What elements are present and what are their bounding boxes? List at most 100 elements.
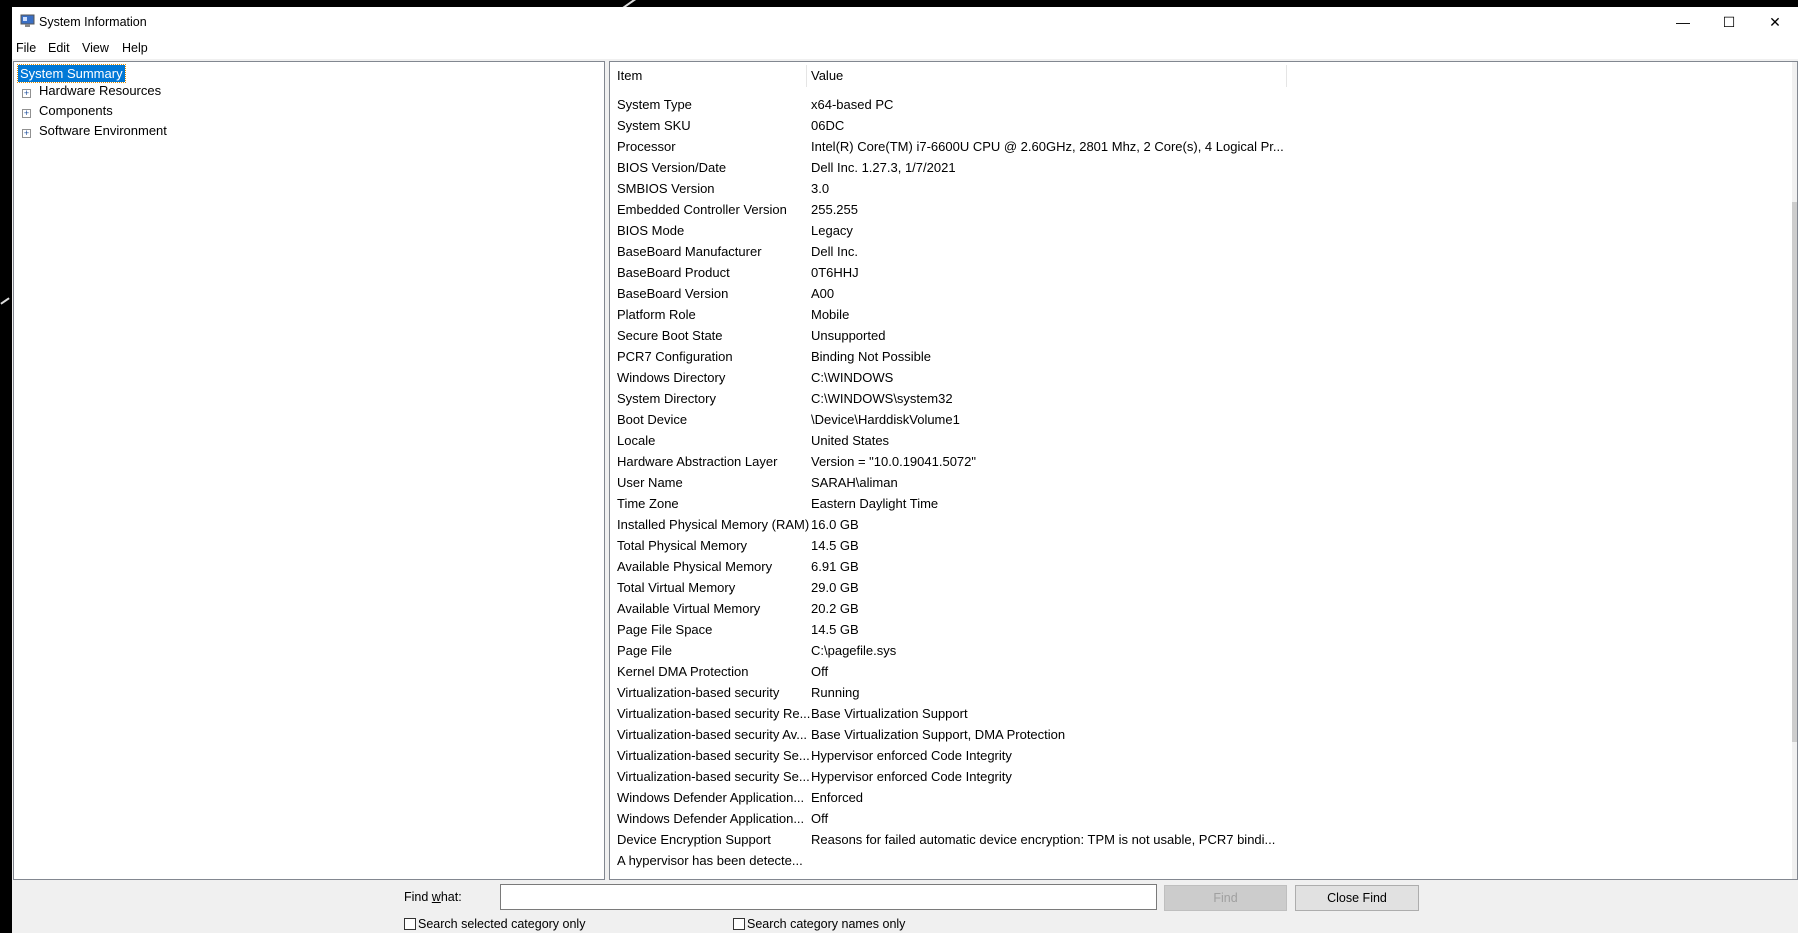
item-cell: Installed Physical Memory (RAM) bbox=[617, 517, 810, 532]
search-selected-category-checkbox[interactable]: Search selected category only bbox=[404, 917, 585, 931]
value-cell: United States bbox=[811, 433, 890, 448]
expand-icon[interactable]: + bbox=[22, 129, 31, 138]
maximize-button[interactable]: ☐ bbox=[1706, 7, 1752, 37]
details-list: Item Value System Type x64-based PC System… bbox=[609, 61, 1798, 880]
find-button[interactable]: Find bbox=[1164, 885, 1287, 911]
column-header-value[interactable]: Value bbox=[811, 68, 843, 83]
title-bar[interactable]: System Information — ☐ ✕ bbox=[12, 7, 1798, 37]
value-cell: 16.0 GB bbox=[811, 517, 859, 532]
table-row[interactable]: Embedded Controller Version 255.255 bbox=[610, 200, 1797, 221]
table-row[interactable]: Secure Boot State Unsupported bbox=[610, 326, 1797, 347]
column-divider[interactable] bbox=[1286, 65, 1287, 87]
item-cell: Windows Defender Application... bbox=[617, 811, 805, 826]
item-cell: Windows Directory bbox=[617, 370, 726, 385]
table-row[interactable]: Windows Defender Application... Off bbox=[610, 809, 1797, 830]
value-cell: 14.5 GB bbox=[811, 538, 859, 553]
tree-item-components[interactable]: Components bbox=[39, 103, 113, 118]
value-cell: A00 bbox=[811, 286, 835, 301]
table-row[interactable]: Platform Role Mobile bbox=[610, 305, 1797, 326]
value-cell: Off bbox=[811, 664, 829, 679]
column-header-item[interactable]: Item bbox=[617, 68, 642, 83]
value-cell: \Device\HarddiskVolume1 bbox=[811, 412, 960, 427]
value-cell: 255.255 bbox=[811, 202, 858, 217]
value-cell: Intel(R) Core(TM) i7-6600U CPU @ 2.60GHz… bbox=[811, 139, 1284, 154]
minimize-button[interactable]: — bbox=[1660, 7, 1706, 37]
table-row[interactable]: SMBIOS Version 3.0 bbox=[610, 179, 1797, 200]
table-row[interactable]: Windows Defender Application... Enforced bbox=[610, 788, 1797, 809]
item-cell: Page File Space bbox=[617, 622, 713, 637]
table-row[interactable]: A hypervisor has been detecte... bbox=[610, 851, 1797, 872]
search-category-names-checkbox[interactable]: Search category names only bbox=[733, 917, 905, 931]
value-cell: Dell Inc. 1.27.3, 1/7/2021 bbox=[811, 160, 956, 175]
table-row[interactable]: Kernel DMA Protection Off bbox=[610, 662, 1797, 683]
checkbox-box[interactable] bbox=[733, 918, 745, 930]
tree-item-hardware-resources[interactable]: Hardware Resources bbox=[39, 83, 161, 98]
checkbox-box[interactable] bbox=[404, 918, 416, 930]
value-cell: 3.0 bbox=[811, 181, 830, 196]
menu-edit[interactable]: Edit bbox=[48, 41, 70, 55]
item-cell: Virtualization-based security Re... bbox=[617, 706, 811, 721]
close-button[interactable]: ✕ bbox=[1752, 7, 1798, 37]
item-cell: Secure Boot State bbox=[617, 328, 723, 343]
table-row[interactable]: Time Zone Eastern Daylight Time bbox=[610, 494, 1797, 515]
item-cell: Kernel DMA Protection bbox=[617, 664, 749, 679]
value-cell: Base Virtualization Support, DMA Protect… bbox=[811, 727, 1066, 742]
tree-item-system-summary[interactable]: System Summary bbox=[17, 64, 126, 83]
expand-icon[interactable]: + bbox=[22, 109, 31, 118]
tree-item-software-environment[interactable]: Software Environment bbox=[39, 123, 167, 138]
table-row[interactable]: User Name SARAH\aliman bbox=[610, 473, 1797, 494]
value-cell: Hypervisor enforced Code Integrity bbox=[811, 769, 1012, 784]
table-row[interactable]: BaseBoard Product 0T6HHJ bbox=[610, 263, 1797, 284]
table-row[interactable]: Hardware Abstraction Layer Version = "10.… bbox=[610, 452, 1797, 473]
value-cell: x64-based PC bbox=[811, 97, 894, 112]
table-row[interactable]: Virtualization-based security Av... Base … bbox=[610, 725, 1797, 746]
item-cell: System Directory bbox=[617, 391, 716, 406]
table-row[interactable]: Locale United States bbox=[610, 431, 1797, 452]
item-cell: Locale bbox=[617, 433, 656, 448]
table-row[interactable]: Boot Device \Device\HarddiskVolume1 bbox=[610, 410, 1797, 431]
table-row[interactable]: System Type x64-based PC bbox=[610, 95, 1797, 116]
item-cell: System Type bbox=[617, 97, 692, 112]
menu-bar: File Edit View Help bbox=[12, 37, 1798, 59]
table-row[interactable]: BIOS Mode Legacy bbox=[610, 221, 1797, 242]
table-row[interactable]: Installed Physical Memory (RAM) 16.0 GB bbox=[610, 515, 1797, 536]
table-row[interactable]: Windows Directory C:\WINDOWS bbox=[610, 368, 1797, 389]
column-divider[interactable] bbox=[806, 65, 807, 87]
table-row[interactable]: System Directory C:\WINDOWS\system32 bbox=[610, 389, 1797, 410]
table-row[interactable]: Total Physical Memory 14.5 GB bbox=[610, 536, 1797, 557]
table-row[interactable]: Available Physical Memory 6.91 GB bbox=[610, 557, 1797, 578]
menu-help[interactable]: Help bbox=[122, 41, 148, 55]
value-cell: Version = "10.0.19041.5072" bbox=[811, 454, 977, 469]
table-row[interactable]: Virtualization-based security Se... Hyper… bbox=[610, 746, 1797, 767]
table-row[interactable]: System SKU 06DC bbox=[610, 116, 1797, 137]
find-what-input[interactable] bbox=[500, 884, 1157, 910]
table-row[interactable]: PCR7 Configuration Binding Not Possible bbox=[610, 347, 1797, 368]
table-row[interactable]: Page File Space 14.5 GB bbox=[610, 620, 1797, 641]
table-row[interactable]: Virtualization-based security Running bbox=[610, 683, 1797, 704]
item-cell: BaseBoard Manufacturer bbox=[617, 244, 762, 259]
vertical-scrollbar[interactable] bbox=[1792, 62, 1797, 879]
item-cell: A hypervisor has been detecte... bbox=[617, 853, 803, 868]
item-cell: Available Physical Memory bbox=[617, 559, 773, 574]
system-information-window: System Information — ☐ ✕ File Edit View … bbox=[12, 7, 1798, 933]
table-row[interactable]: Device Encryption Support Reasons for fai… bbox=[610, 830, 1797, 851]
close-find-button[interactable]: Close Find bbox=[1295, 885, 1419, 911]
menu-file[interactable]: File bbox=[16, 41, 36, 55]
item-cell: Total Physical Memory bbox=[617, 538, 748, 553]
menu-view[interactable]: View bbox=[82, 41, 109, 55]
value-cell: Off bbox=[811, 811, 829, 826]
table-row[interactable]: Virtualization-based security Re... Base … bbox=[610, 704, 1797, 725]
table-row[interactable]: Total Virtual Memory 29.0 GB bbox=[610, 578, 1797, 599]
table-row[interactable]: Page File C:\pagefile.sys bbox=[610, 641, 1797, 662]
table-row[interactable]: Virtualization-based security Se... Hyper… bbox=[610, 767, 1797, 788]
table-row[interactable]: Available Virtual Memory 20.2 GB bbox=[610, 599, 1797, 620]
table-row[interactable]: BaseBoard Manufacturer Dell Inc. bbox=[610, 242, 1797, 263]
table-row[interactable]: BaseBoard Version A00 bbox=[610, 284, 1797, 305]
item-cell: BIOS Mode bbox=[617, 223, 685, 238]
value-cell: C:\WINDOWS\system32 bbox=[811, 391, 953, 406]
value-cell: Enforced bbox=[811, 790, 864, 805]
expand-icon[interactable]: + bbox=[22, 89, 31, 98]
scrollbar-thumb[interactable] bbox=[1792, 202, 1797, 742]
table-row[interactable]: Processor Intel(R) Core(TM) i7-6600U CPU … bbox=[610, 137, 1797, 158]
table-row[interactable]: BIOS Version/Date Dell Inc. 1.27.3, 1/7/2… bbox=[610, 158, 1797, 179]
